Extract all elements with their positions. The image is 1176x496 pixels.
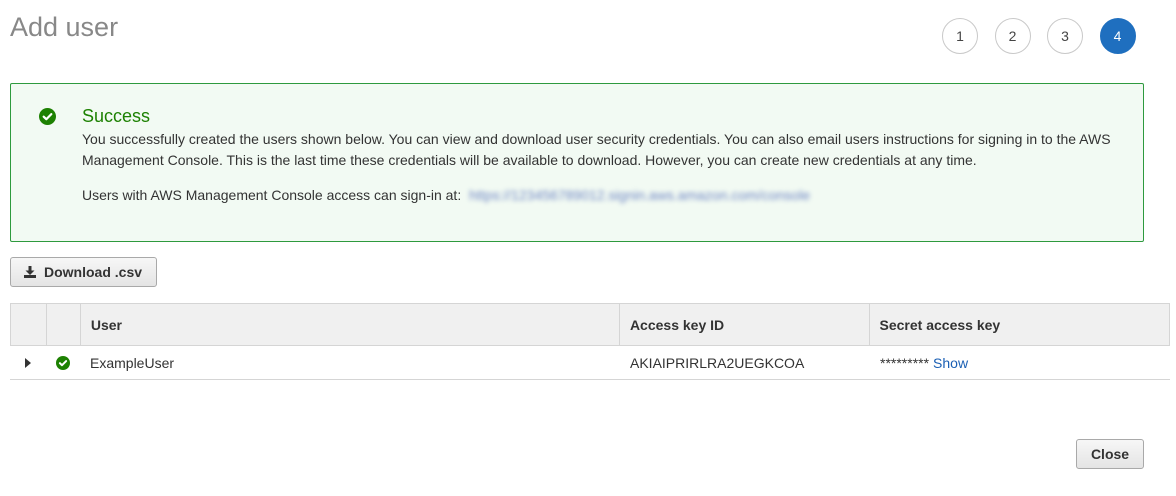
secret-key-column-header: Secret access key xyxy=(879,316,1001,333)
row-status xyxy=(46,346,80,379)
signin-line: Users with AWS Management Console access… xyxy=(82,187,810,203)
user-name-cell: ExampleUser xyxy=(90,354,175,371)
signin-url-link[interactable]: https://123456789012.signin.aws.amazon.c… xyxy=(469,187,810,203)
check-circle-icon xyxy=(39,108,56,125)
alert-title: Success xyxy=(82,106,151,126)
wizard-step-4[interactable]: 4 xyxy=(1099,18,1136,54)
users-table: User Access key ID Secret access key Exa… xyxy=(10,303,1170,380)
caret-right-icon xyxy=(25,357,31,368)
page-title: Add user xyxy=(10,12,119,42)
access-key-id-cell: AKIAIPRIRLRA2UEGKCOA xyxy=(630,354,805,371)
signin-text: Users with AWS Management Console access… xyxy=(82,187,462,203)
success-check-icon xyxy=(56,355,70,370)
table-header: User Access key ID Secret access key xyxy=(10,303,1170,346)
success-alert: Success You successfully created the use… xyxy=(10,83,1144,242)
wizard-steps: 1 2 3 4 xyxy=(942,18,1152,54)
show-secret-link[interactable]: Show xyxy=(933,355,968,371)
access-key-column-header: Access key ID xyxy=(620,304,870,345)
download-icon xyxy=(24,266,36,278)
table-row: ExampleUser AKIAIPRIRLRA2UEGKCOA *******… xyxy=(10,346,1170,380)
close-button[interactable]: Close xyxy=(1076,439,1144,469)
wizard-step-2[interactable]: 2 xyxy=(994,18,1031,54)
user-column-header: User xyxy=(81,304,620,345)
status-column-header xyxy=(47,304,81,345)
expand-column-header xyxy=(11,304,47,345)
secret-access-key-cell: ********* Show xyxy=(870,346,1170,379)
alert-message: You successfully created the users shown… xyxy=(82,131,1111,168)
download-csv-button[interactable]: Download .csv xyxy=(10,257,157,287)
secret-masked-value: ********* xyxy=(880,354,930,371)
expand-row-toggle[interactable] xyxy=(10,346,46,379)
wizard-step-1[interactable]: 1 xyxy=(942,18,978,54)
wizard-step-3[interactable]: 3 xyxy=(1047,18,1083,54)
download-csv-label: Download .csv xyxy=(44,264,143,280)
